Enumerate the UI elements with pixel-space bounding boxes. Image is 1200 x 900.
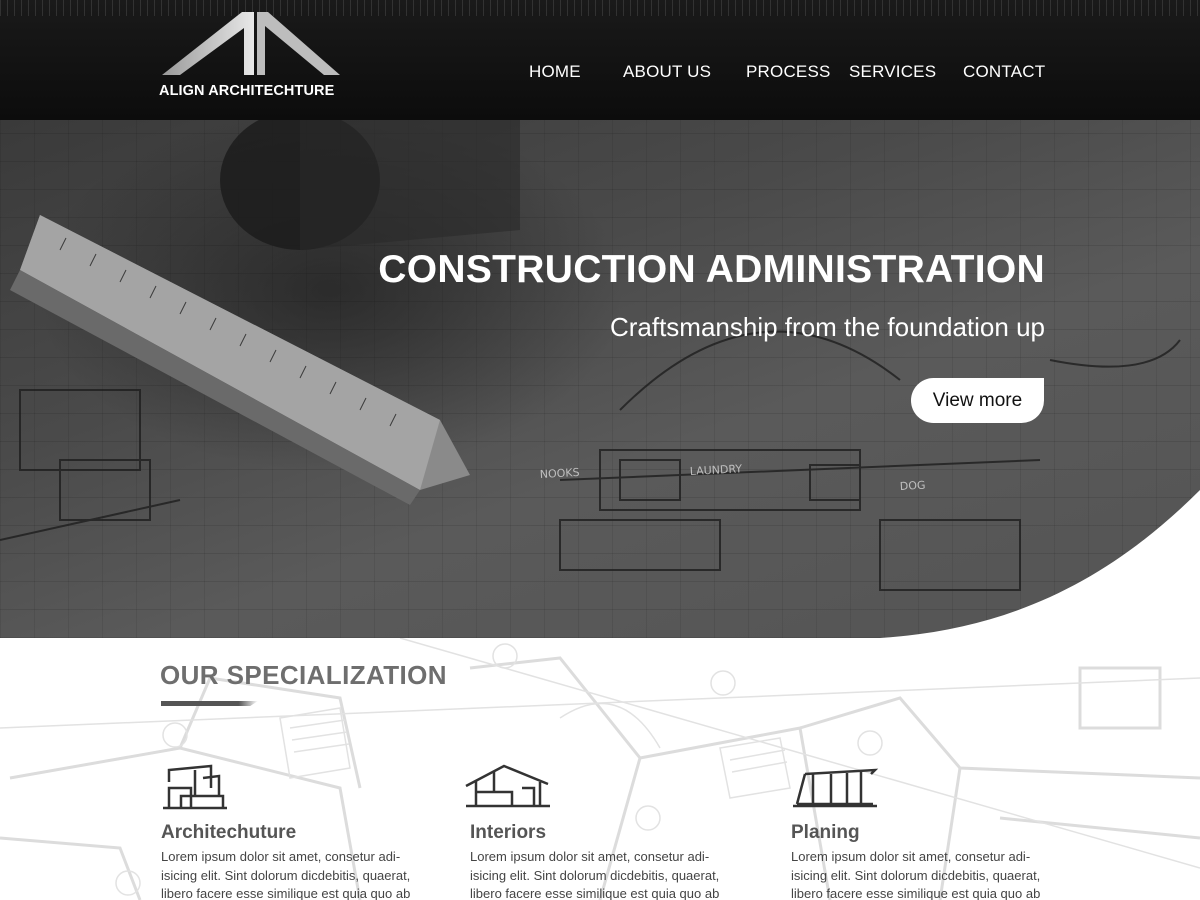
modern-building-icon <box>163 764 227 810</box>
hero-banner: NOOKS LAUNDRY DOG CONSTRUCTION ADMINISTR… <box>0 120 1200 638</box>
hero-subtitle: Craftsmanship from the foundation up <box>609 312 1045 342</box>
title-underline <box>161 701 258 706</box>
nav-item-services[interactable]: SERVICES <box>849 62 936 82</box>
house-icon <box>465 764 550 808</box>
specialization-section: OUR SPECIALIZATION Architechuture Lorem … <box>0 638 1200 900</box>
nav-item-home[interactable]: HOME <box>529 62 581 82</box>
section-title: OUR SPECIALIZATION <box>160 660 447 690</box>
logo[interactable]: ALIGN ARCHITECHTURE <box>158 10 348 102</box>
card-text: Lorem ipsum dolor sit amet, consetur adi… <box>470 849 720 900</box>
card-text: Lorem ipsum dolor sit amet, consetur adi… <box>791 849 1041 900</box>
nav-item-about-us[interactable]: ABOUT US <box>623 62 711 82</box>
logo-text: ALIGN ARCHITECHTURE <box>159 83 335 99</box>
card-text: Lorem ipsum dolor sit amet, consetur adi… <box>161 849 411 900</box>
card-title: Architechuture <box>161 822 297 843</box>
pavilion-icon <box>793 768 879 808</box>
nav-item-contact[interactable]: CONTACT <box>963 62 1045 82</box>
nav-item-process[interactable]: PROCESS <box>746 62 831 82</box>
site-header: ALIGN ARCHITECHTURE HOME ABOUT US PROCES… <box>0 0 1200 120</box>
main-nav: HOME ABOUT US PROCESS SERVICES CONTACT <box>0 62 1200 84</box>
hero-title: CONSTRUCTION ADMINISTRATION <box>378 248 1045 291</box>
card-title: Interiors <box>470 822 547 843</box>
card-title: Planing <box>791 822 860 843</box>
view-more-button[interactable]: View more <box>911 378 1044 423</box>
